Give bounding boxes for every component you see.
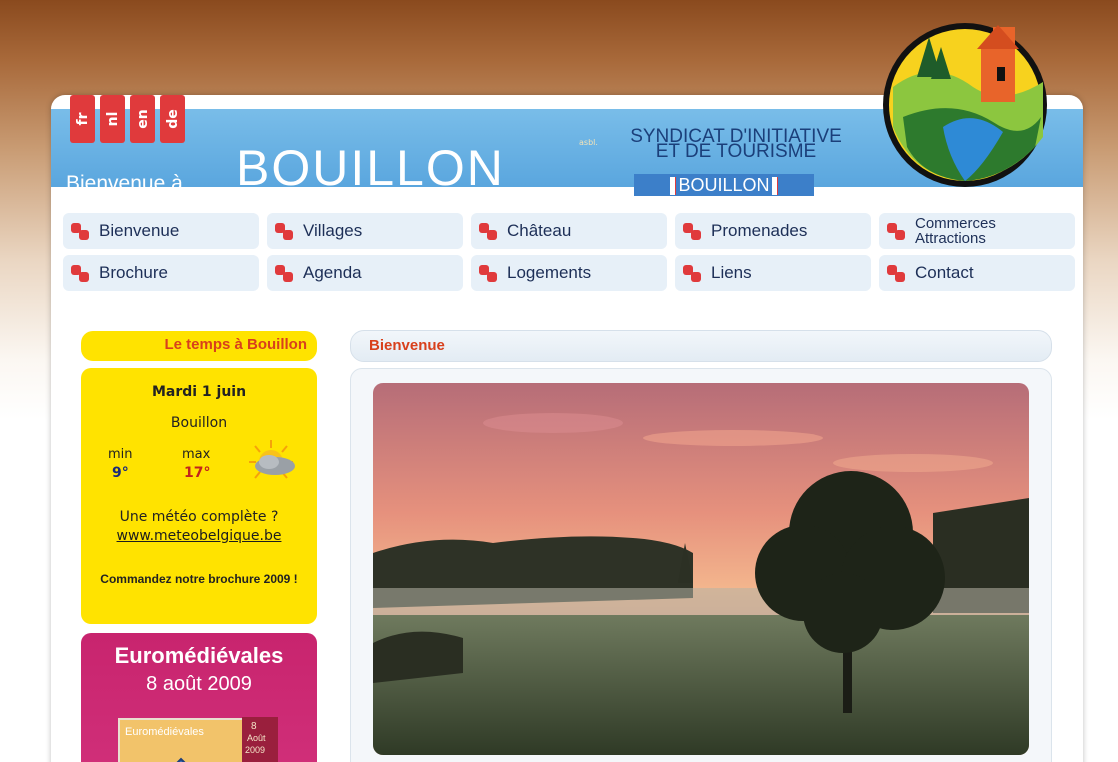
- weather-widget: Mardi 1 juin Bouillon min max 9° 17° Une…: [81, 368, 317, 624]
- lang-tab-fr[interactable]: fr: [70, 95, 95, 143]
- asbl-label: asbl.: [579, 138, 598, 147]
- promo-date: 8 août 2009: [146, 673, 252, 695]
- weather-max-value: 17°: [184, 465, 211, 481]
- nav-villages[interactable]: Villages: [267, 213, 463, 249]
- nav-brochure[interactable]: Brochure: [63, 255, 259, 291]
- nav-contact[interactable]: Contact: [879, 255, 1075, 291]
- syndicat-town: BOUILLON: [678, 175, 770, 195]
- weather-min-label: min: [108, 447, 133, 462]
- weather-max-label: max: [182, 447, 211, 462]
- weather-day: Mardi 1 juin: [151, 384, 247, 400]
- nav-logements[interactable]: Logements: [471, 255, 667, 291]
- promo-title: Euromédiévales: [114, 643, 284, 668]
- nav-bullet-icon: [683, 265, 701, 282]
- brochure-link[interactable]: Commandez notre brochure 2009 !: [81, 571, 317, 588]
- weather-question: Une météo complète ?: [119, 509, 279, 525]
- weather-min-value: 9°: [112, 465, 129, 481]
- lang-tab-en[interactable]: en: [130, 95, 155, 143]
- sun-cloud-icon: [249, 440, 295, 479]
- lang-tab-de[interactable]: de: [160, 95, 185, 143]
- section-title: Bienvenue: [369, 337, 445, 354]
- site-title: BOUILLON: [236, 140, 505, 196]
- page-container: Bienvenue à BOUILLON asbl. SYNDICAT D'IN…: [51, 23, 1083, 762]
- weather-link[interactable]: www.meteobelgique.be: [81, 528, 317, 544]
- syndicat-town-bar: BOUILLON: [634, 174, 814, 196]
- nav-bienvenue[interactable]: Bienvenue: [63, 213, 259, 249]
- nav-bullet-icon: [71, 223, 89, 240]
- landscape-photo: [373, 383, 1029, 755]
- brochure-cover-image: Euromédiévales 8 Août 2009: [118, 717, 278, 762]
- nav-bullet-icon: [275, 265, 293, 282]
- nav-bullet-icon: [479, 223, 497, 240]
- svg-text:2009: 2009: [245, 745, 265, 755]
- weather-title: Le temps à Bouillon: [81, 331, 317, 361]
- town-logo: [883, 23, 1047, 187]
- nav-bullet-icon: [887, 223, 905, 240]
- svg-text:8: 8: [251, 721, 257, 732]
- nav-bullet-icon: [71, 265, 89, 282]
- svg-text:Août: Août: [247, 733, 266, 743]
- svg-text:Euromédiévales: Euromédiévales: [125, 726, 204, 738]
- content-panel: [350, 368, 1052, 762]
- nav-bullet-icon: [683, 223, 701, 240]
- euromedievales-promo[interactable]: Euromédiévales 8 août 2009 Euromédiévale…: [81, 633, 317, 762]
- nav-commerces-attractions[interactable]: Commerces Attractions: [879, 213, 1075, 249]
- nav-bullet-icon: [887, 265, 905, 282]
- nav-chateau[interactable]: Château: [471, 213, 667, 249]
- flag-icon: [771, 177, 778, 196]
- welcome-text: Bienvenue à: [66, 172, 183, 195]
- nav-bullet-icon: [479, 265, 497, 282]
- nav-bullet-icon: [275, 223, 293, 240]
- nav-promenades[interactable]: Promenades: [675, 213, 871, 249]
- nav-agenda[interactable]: Agenda: [267, 255, 463, 291]
- lang-tab-nl[interactable]: nl: [100, 95, 125, 143]
- syndicat-title: SYNDICAT D'INITIATIVE ET DE TOURISME: [611, 127, 861, 161]
- weather-city: Bouillon: [170, 415, 228, 431]
- section-header: Bienvenue: [350, 330, 1052, 362]
- flag-icon: [670, 177, 677, 196]
- nav-liens[interactable]: Liens: [675, 255, 871, 291]
